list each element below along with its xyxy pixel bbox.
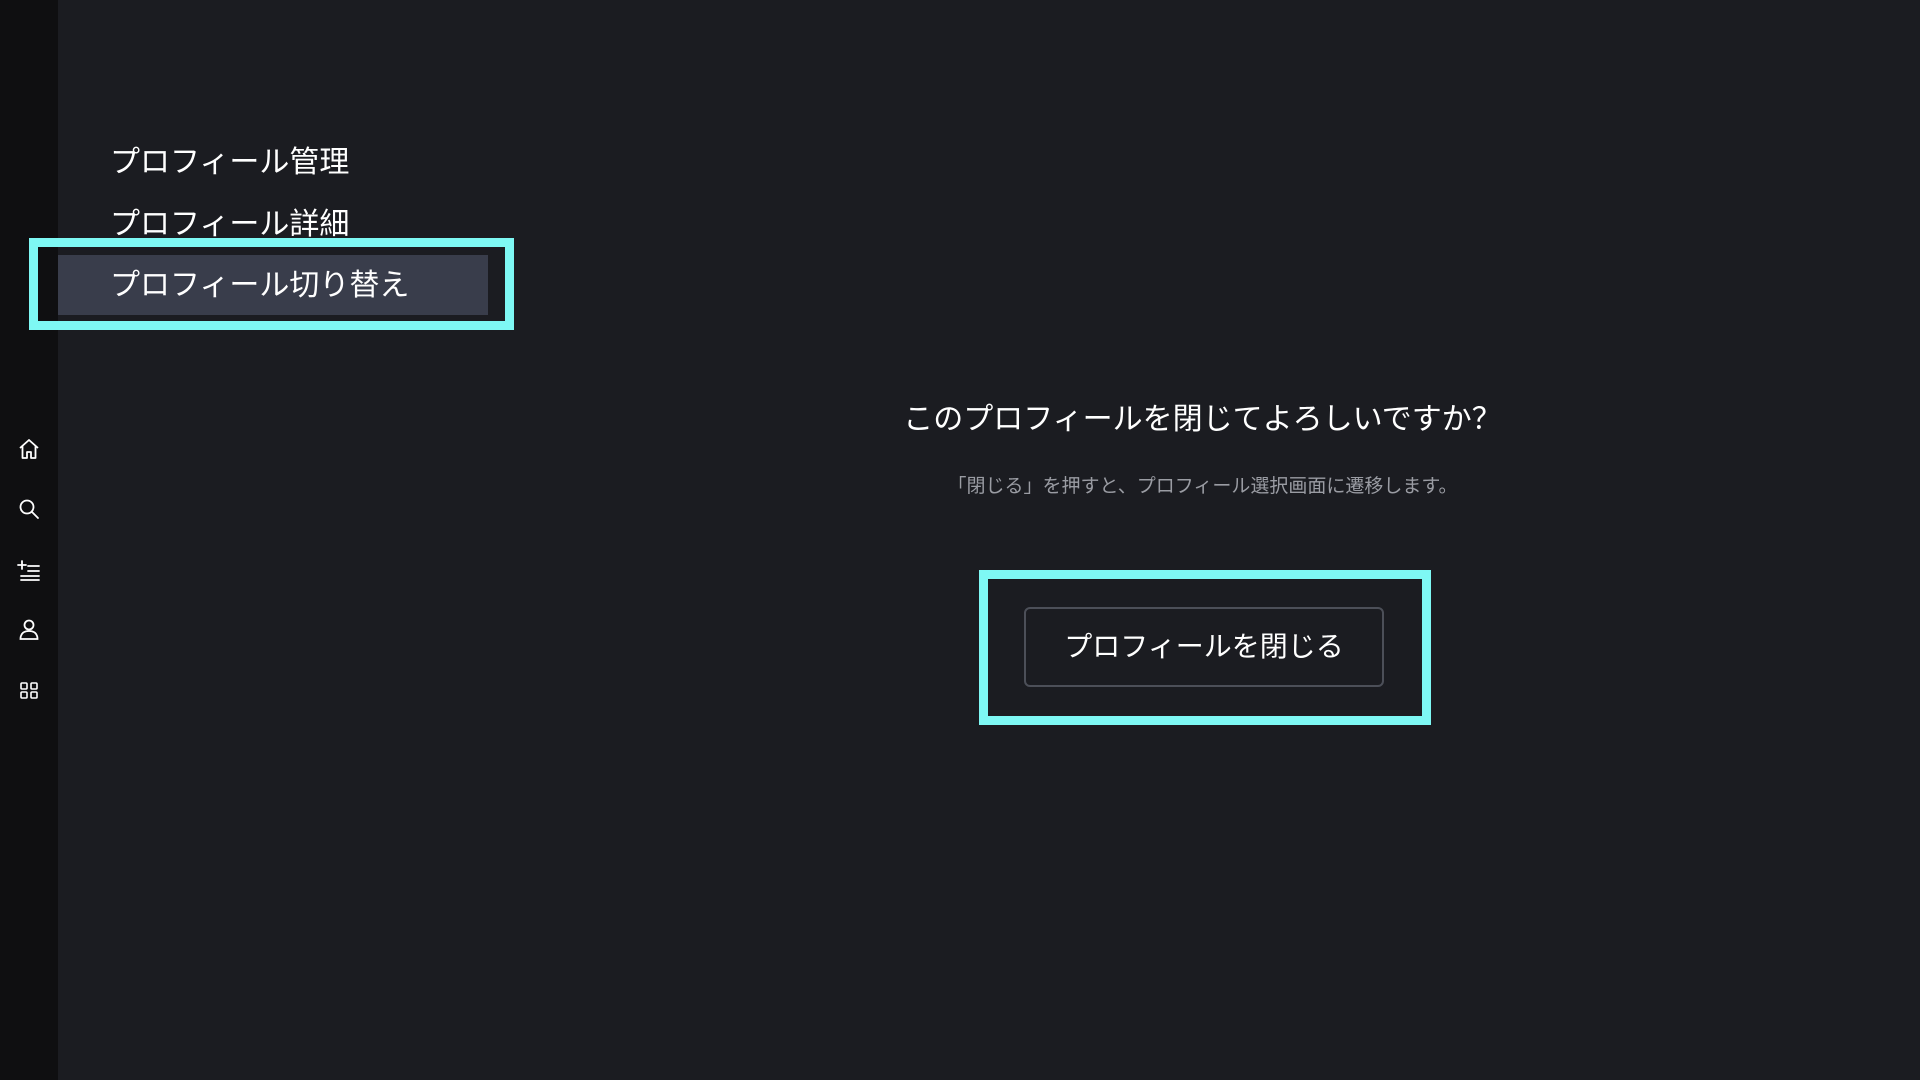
grid-icon[interactable] xyxy=(17,678,41,702)
search-icon[interactable] xyxy=(17,497,41,521)
menu-item-profile-management[interactable]: プロフィール管理 xyxy=(110,143,349,183)
side-nav-rail xyxy=(0,0,58,1080)
dialog-title: このプロフィールを閉じてよろしいですか？ xyxy=(903,402,1502,437)
add-list-icon[interactable] xyxy=(17,558,41,582)
menu-focus-ring xyxy=(29,238,514,330)
dialog-subtitle: 「閉じる」を押すと、プロフィール選択画面に遷移します。 xyxy=(947,475,1458,497)
user-icon[interactable] xyxy=(17,617,41,641)
close-profile-button[interactable]: プロフィールを閉じる xyxy=(1024,607,1384,687)
home-icon[interactable] xyxy=(17,437,41,461)
